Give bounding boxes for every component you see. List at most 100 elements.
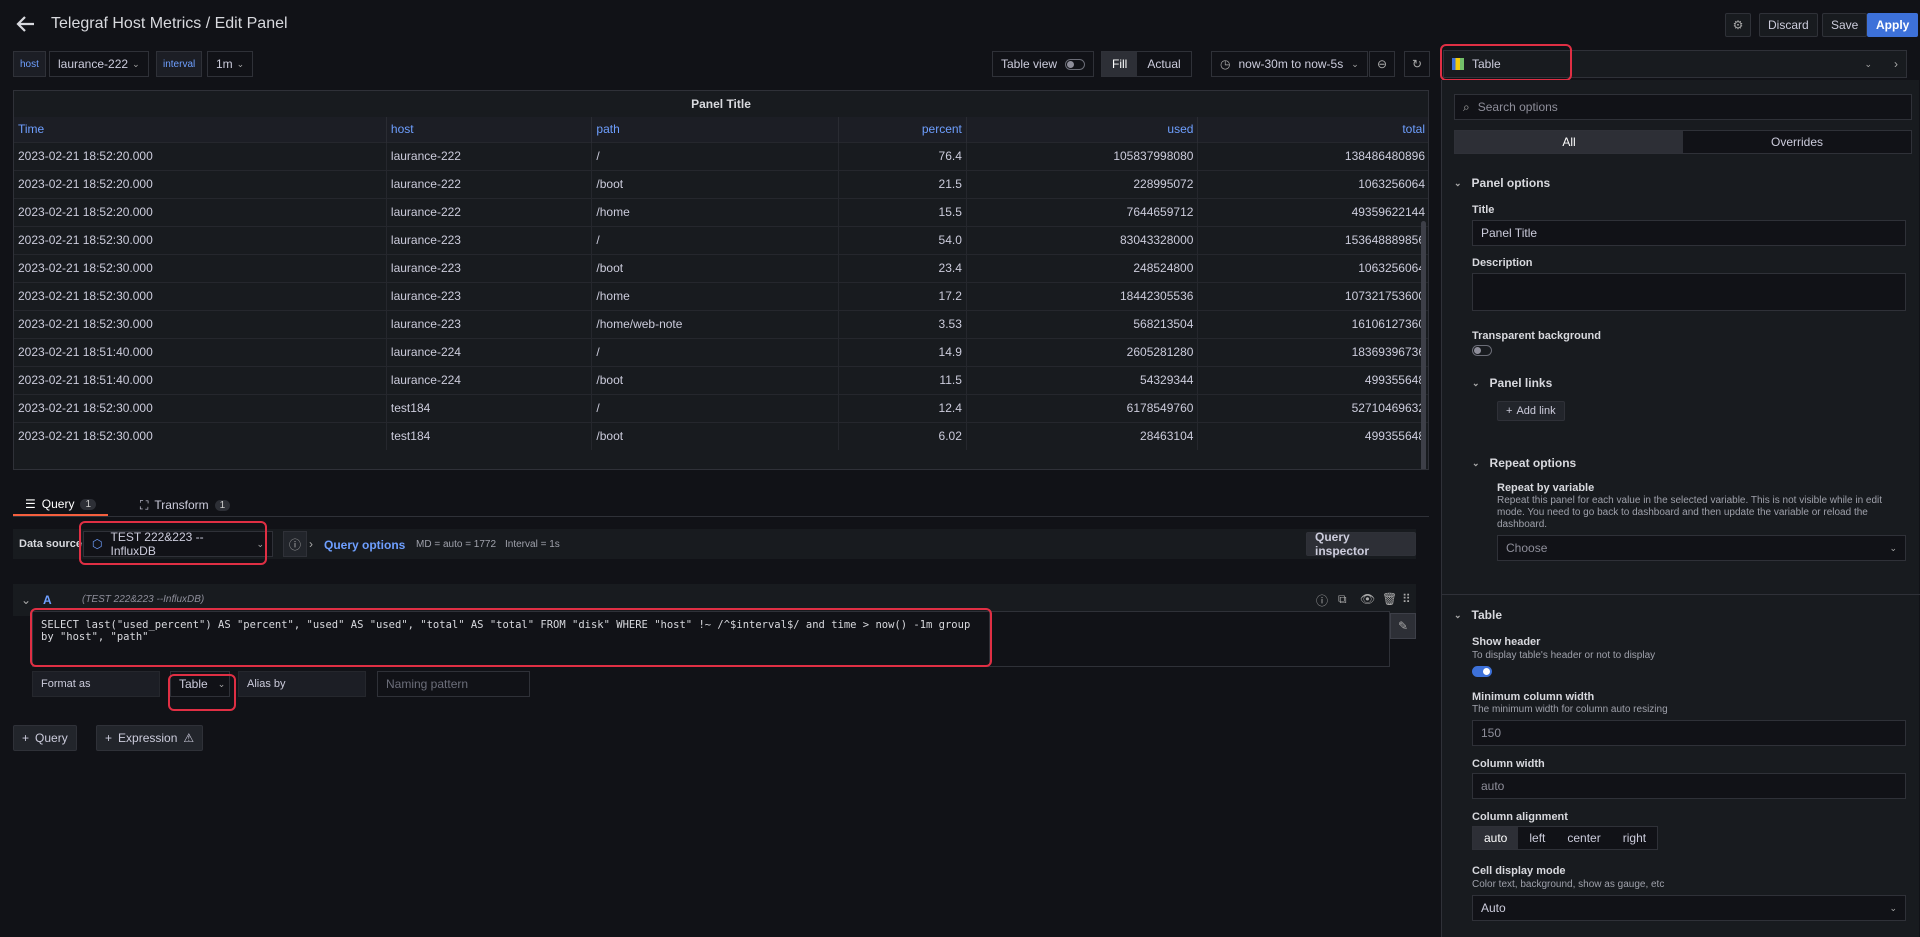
chevron-right-icon[interactable]: › (309, 537, 313, 551)
table-cell: 2023-02-21 18:52:30.000 (14, 253, 387, 282)
table-cell: 2023-02-21 18:51:40.000 (14, 337, 387, 366)
chevron-down-icon: ⌄ (1864, 58, 1872, 69)
save-button[interactable]: Save (1822, 13, 1868, 37)
align-option-right[interactable]: right (1612, 827, 1657, 849)
refresh-button[interactable]: ↻ (1404, 51, 1430, 77)
trash-icon[interactable]: 🗑 (1382, 592, 1397, 606)
table-cell: 23.4 (838, 253, 967, 282)
column-header[interactable]: used (966, 117, 1199, 142)
align-option-center[interactable]: center (1556, 827, 1611, 849)
table-scrollbar[interactable] (1421, 221, 1426, 469)
database-icon: ☰ (25, 497, 36, 511)
warning-icon: ⚠ (183, 731, 195, 745)
align-option-auto[interactable]: auto (1473, 827, 1519, 849)
table-cell: 54.0 (838, 225, 967, 254)
highlight-box (168, 674, 236, 711)
show-header-toggle[interactable] (1472, 666, 1492, 677)
fill-option[interactable]: Fill (1102, 52, 1138, 76)
search-icon: ⌕ (1463, 99, 1470, 114)
search-options-placeholder: Search options (1477, 100, 1558, 114)
table-row: 2023-02-21 18:52:30.000 laurance-223/home… (14, 309, 1428, 338)
host-variable-select[interactable]: laurance-222 ⌄ (49, 51, 149, 77)
time-range-picker[interactable]: ◷ now-30m to now-5s ⌄ (1211, 51, 1368, 77)
alias-by-input[interactable]: Naming pattern (377, 671, 530, 697)
zoom-out-button[interactable]: ⊖ (1369, 51, 1395, 77)
page-title: Telegraf Host Metrics / Edit Panel (51, 15, 288, 32)
highlight-box (79, 521, 267, 565)
query-options-link[interactable]: Query options (324, 538, 405, 552)
table-cell: 6178549760 (966, 393, 1199, 422)
table-cell: 153648889856 (1197, 225, 1428, 254)
panel-options-header[interactable]: ⌄ Panel options (1454, 176, 1550, 190)
tab-transform[interactable]: ⛶ Transform 1 (128, 494, 242, 516)
transparent-label: Transparent background (1472, 330, 1601, 342)
show-header-label: Show header (1472, 636, 1541, 648)
column-header[interactable]: percent (838, 117, 967, 142)
add-query-button[interactable]: + Query (13, 725, 77, 751)
tab-query[interactable]: ☰ Query 1 (13, 494, 109, 516)
column-header[interactable]: host (386, 117, 593, 142)
drag-handle-icon[interactable]: ⠿ (1402, 592, 1411, 606)
cell-mode-label: Cell display mode (1472, 865, 1566, 877)
title-input[interactable]: Panel Title (1472, 220, 1906, 246)
column-header[interactable]: Time (14, 117, 387, 142)
table-row: 2023-02-21 18:52:30.000 test184/boot 6.02 2… (14, 421, 1428, 450)
table-cell: 7644659712 (966, 197, 1199, 226)
interval-variable-select[interactable]: 1m ⌄ (207, 51, 254, 77)
description-textarea[interactable] (1472, 273, 1906, 311)
repeat-by-description: Repeat this panel for each value in the … (1497, 495, 1883, 530)
panel-links-header[interactable]: ⌄ Panel links (1472, 376, 1552, 390)
table-row: 2023-02-21 18:52:20.000 laurance-222/76.4… (14, 141, 1428, 170)
actual-option[interactable]: Actual (1137, 57, 1190, 71)
table-options-header[interactable]: ⌄ Table (1454, 608, 1502, 622)
repeat-options-header[interactable]: ⌄ Repeat options (1472, 456, 1576, 470)
collapse-chevron-icon[interactable]: ⌄ (21, 593, 31, 607)
table-cell: 12.4 (838, 393, 967, 422)
add-expression-button[interactable]: + Expression ⚠ (96, 725, 204, 751)
back-arrow-icon[interactable] (14, 12, 38, 36)
table-view-switch[interactable] (1065, 58, 1086, 70)
chevron-right-icon[interactable]: › (1894, 57, 1898, 71)
query-inspector-button[interactable]: Query inspector (1306, 530, 1416, 558)
add-query-label: Query (35, 731, 68, 745)
table-cell: 2023-02-21 18:52:30.000 (14, 309, 387, 338)
edit-mode-button[interactable]: ✎ (1390, 613, 1416, 639)
eye-icon[interactable]: 👁 (1360, 592, 1375, 606)
table-cell: 18369396736 (1197, 337, 1428, 366)
col-align-label: Column alignment (1472, 811, 1568, 823)
table-cell: /home (591, 197, 840, 226)
data-table: Time host path percent used total 2023-02-21 … (14, 117, 1428, 450)
table-cell: / (591, 141, 840, 170)
help-button[interactable]: ⓘ (283, 531, 307, 557)
table-cell: 52710469632 (1197, 393, 1428, 422)
cell-mode-description: Color text, background, show as gauge, e… (1472, 879, 1665, 890)
table-cell: 228995072 (966, 169, 1199, 198)
column-header[interactable]: total (1197, 117, 1428, 142)
table-cell: laurance-223 (386, 253, 593, 282)
transparent-toggle[interactable] (1472, 345, 1492, 356)
min-col-width-input[interactable]: 150 (1472, 720, 1906, 746)
plus-icon: + (105, 731, 113, 745)
tab-overrides[interactable]: Overrides (1683, 131, 1911, 153)
search-options-input[interactable]: ⌕ Search options (1454, 94, 1912, 120)
align-option-left[interactable]: left (1518, 827, 1556, 849)
apply-button[interactable]: Apply (1867, 13, 1919, 37)
column-header[interactable]: path (591, 117, 840, 142)
zoom-out-icon: ⊖ (1376, 57, 1388, 71)
col-width-input[interactable]: auto (1472, 773, 1906, 799)
cell-mode-select[interactable]: Auto ⌄ (1472, 895, 1906, 921)
table-cell: laurance-222 (386, 169, 593, 198)
table-view-toggle[interactable]: Table view (992, 51, 1095, 77)
query-ref-id[interactable]: A (43, 593, 52, 607)
repeat-choose-select[interactable]: Choose ⌄ (1497, 535, 1906, 561)
plus-icon: + (1506, 405, 1513, 417)
settings-gear-button[interactable]: ⚙ (1725, 13, 1751, 37)
discard-button[interactable]: Discard (1759, 13, 1818, 37)
table-cell: 28463104 (966, 421, 1199, 450)
chevron-down-icon: ⌄ (1472, 457, 1480, 468)
add-link-button[interactable]: + Add link (1497, 401, 1565, 421)
duplicate-icon[interactable]: ⧉ (1338, 592, 1347, 607)
table-cell: /boot (591, 253, 840, 282)
tab-all[interactable]: All (1455, 131, 1683, 153)
help-icon[interactable]: ⓘ (1316, 592, 1328, 609)
